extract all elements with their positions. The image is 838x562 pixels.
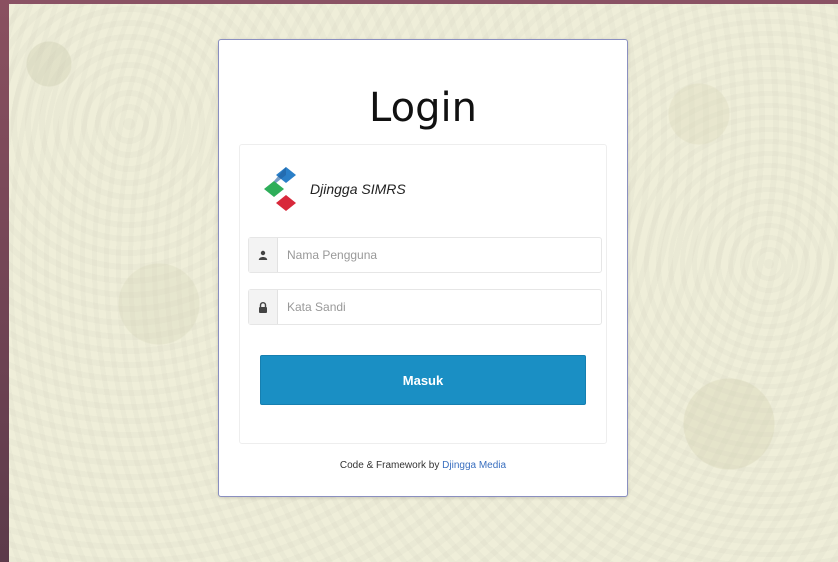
footer-credit: Code & Framework by Djingga Media	[219, 460, 627, 471]
login-button[interactable]: Masuk	[260, 355, 586, 405]
brand-logo-icon	[264, 167, 296, 211]
login-card: Login Djingga SIMRS Nama Pengguna Masuk …	[218, 39, 628, 497]
username-input[interactable]	[279, 238, 597, 272]
brand: Djingga SIMRS	[262, 167, 462, 213]
password-input[interactable]	[279, 290, 597, 324]
left-edge	[0, 0, 9, 562]
username-group	[248, 237, 602, 273]
lock-icon	[249, 290, 278, 324]
password-group	[248, 289, 602, 325]
footer-text: Code & Framework by	[339, 460, 440, 471]
footer-link[interactable]: Djingga Media	[442, 460, 506, 471]
user-icon	[249, 238, 278, 272]
page-title: Login	[369, 85, 477, 131]
brand-name: Djingga SIMRS	[310, 181, 406, 197]
login-panel: Djingga SIMRS Masuk	[239, 144, 607, 444]
